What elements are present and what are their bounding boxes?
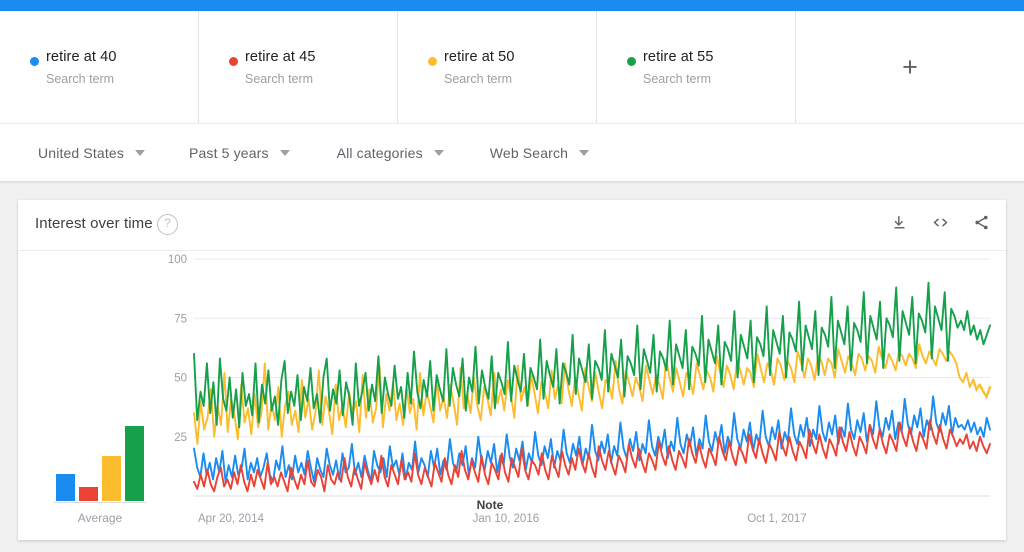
search-terms-row: retire at 40 Search term retire at 45 Searc… bbox=[0, 11, 1024, 123]
google-trends-page: retire at 40 Search term retire at 45 Searc… bbox=[0, 0, 1024, 552]
card-header: Interest over time ? bbox=[18, 200, 1006, 251]
average-label: Average bbox=[77, 511, 123, 525]
x-axis-tick-label: Oct 1, 2017 bbox=[747, 513, 806, 525]
chart-body: Average 25 50 75 100 Apr 20, 2014 Jan 10, 201… bbox=[18, 251, 1006, 540]
filter-2[interactable]: Past 5 years bbox=[189, 145, 290, 161]
average-bar-1 bbox=[56, 474, 75, 501]
chevron-down-icon bbox=[579, 149, 590, 156]
chevron-down-icon bbox=[279, 149, 290, 156]
y-axis-tick-label: 50 bbox=[174, 373, 187, 385]
page-title: Interest over time bbox=[35, 215, 153, 232]
card-actions bbox=[888, 210, 992, 234]
x-axis-tick-label: Apr 20, 2014 bbox=[198, 513, 264, 525]
search-term-type: Search term bbox=[444, 72, 513, 86]
note-annotation[interactable]: Note bbox=[477, 498, 504, 512]
series-line-4 bbox=[193, 281, 991, 429]
series-color-dot bbox=[428, 57, 437, 66]
average-bar-3 bbox=[102, 456, 121, 501]
search-term-type: Search term bbox=[245, 72, 314, 86]
filter-label: All categories bbox=[336, 144, 423, 161]
filter-3[interactable]: All categories bbox=[337, 145, 444, 161]
share-icon[interactable] bbox=[970, 210, 992, 234]
series-color-dot bbox=[627, 57, 636, 66]
chevron-down-icon bbox=[433, 149, 444, 156]
filter-label: Web Search bbox=[489, 144, 569, 161]
interest-over-time-svg: 25 50 75 100 Apr 20, 2014 Jan 10, 2016 Oct 1, … bbox=[168, 254, 992, 525]
embed-icon[interactable] bbox=[929, 210, 951, 234]
search-term-card-4[interactable]: retire at 55 Search term bbox=[597, 11, 796, 123]
x-axis-tick-label: Jan 10, 2016 bbox=[473, 513, 540, 525]
average-bar-4 bbox=[125, 426, 144, 501]
time-series-plot[interactable]: 25 50 75 100 Apr 20, 2014 Jan 10, 2016 Oct 1, … bbox=[166, 251, 996, 540]
search-term-card-3[interactable]: retire at 50 Search term bbox=[398, 11, 597, 123]
filter-1[interactable]: United States bbox=[38, 145, 145, 161]
download-icon[interactable] bbox=[888, 210, 910, 234]
y-axis-tick-label: 25 bbox=[174, 432, 187, 444]
search-term-label: retire at 55 bbox=[643, 49, 714, 65]
series-partial-data-dotted bbox=[971, 378, 992, 400]
search-term-type: Search term bbox=[46, 72, 115, 86]
help-icon[interactable]: ? bbox=[157, 214, 178, 235]
search-term-label: retire at 45 bbox=[245, 49, 316, 65]
chevron-down-icon bbox=[135, 149, 145, 156]
search-term-type: Search term bbox=[643, 72, 712, 86]
series-color-dot bbox=[30, 57, 39, 66]
filters-bar: United States Past 5 years All categories W… bbox=[0, 123, 1024, 181]
search-term-card-1[interactable]: retire at 40 Search term bbox=[0, 11, 199, 123]
filter-label: Past 5 years bbox=[189, 144, 269, 161]
average-bar-2 bbox=[79, 487, 98, 501]
average-bar-chart: Average bbox=[36, 311, 164, 539]
add-term-card[interactable]: + bbox=[796, 11, 1024, 123]
y-axis-tick-label: 100 bbox=[168, 254, 187, 266]
interest-over-time-card: Interest over time ? Average 25 50 75 10… bbox=[18, 200, 1006, 540]
filter-4[interactable]: Web Search bbox=[489, 144, 590, 161]
series-color-dot bbox=[229, 57, 238, 66]
search-term-label: retire at 40 bbox=[46, 49, 117, 65]
average-baseline bbox=[54, 502, 146, 503]
search-term-card-2[interactable]: retire at 45 Search term bbox=[199, 11, 398, 123]
average-bars bbox=[52, 391, 148, 501]
plus-icon[interactable]: + bbox=[893, 50, 927, 84]
top-blue-band bbox=[0, 0, 1024, 11]
y-axis-tick-label: 75 bbox=[174, 313, 187, 325]
filter-label: United States bbox=[38, 144, 124, 161]
search-term-label: retire at 50 bbox=[444, 49, 515, 65]
